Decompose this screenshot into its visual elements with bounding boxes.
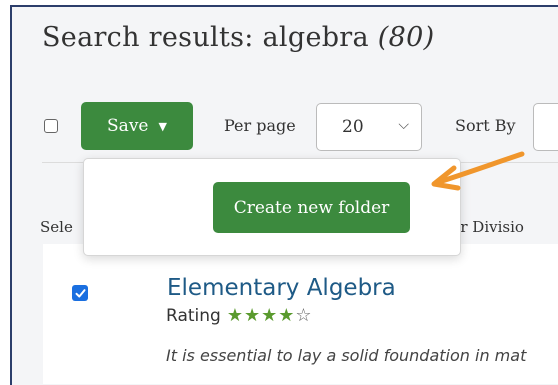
chevron-down-icon: ⌵	[398, 117, 409, 133]
rating-stars: ★ ★ ★ ★ ☆	[227, 307, 312, 325]
star-filled-icon: ★	[278, 305, 295, 326]
save-label: Save	[107, 116, 149, 136]
arrow-annotation-icon	[431, 151, 525, 191]
sort-by-label: Sort By	[455, 116, 516, 135]
result-checkbox[interactable]	[72, 285, 88, 301]
save-button[interactable]: Save ▼	[81, 102, 193, 150]
star-filled-icon: ★	[261, 305, 278, 326]
column-header-select: Sele	[40, 218, 73, 236]
result-rating: Rating ★ ★ ★ ★ ☆	[166, 306, 312, 326]
result-count: (80)	[377, 22, 435, 53]
rating-label: Rating	[166, 306, 221, 326]
per-page-label: Per page	[224, 116, 296, 135]
star-empty-icon: ☆	[295, 305, 312, 326]
sort-by-select[interactable]	[533, 103, 558, 151]
page-title: Search results: algebra (80)	[42, 22, 434, 53]
star-filled-icon: ★	[243, 305, 261, 326]
result-description: It is essential to lay a solid foundatio…	[166, 346, 527, 365]
title-text: Search results: algebra	[42, 22, 378, 53]
caret-down-icon: ▼	[158, 119, 167, 133]
checkmark-icon	[75, 288, 85, 297]
star-filled-icon: ★	[226, 305, 243, 326]
create-new-folder-button[interactable]: Create new folder	[213, 182, 410, 233]
result-title-link[interactable]: Elementary Algebra	[167, 275, 396, 301]
per-page-select[interactable]: 20 ⌵	[316, 103, 422, 151]
per-page-value: 20	[342, 117, 364, 137]
select-all-checkbox[interactable]	[44, 119, 58, 133]
